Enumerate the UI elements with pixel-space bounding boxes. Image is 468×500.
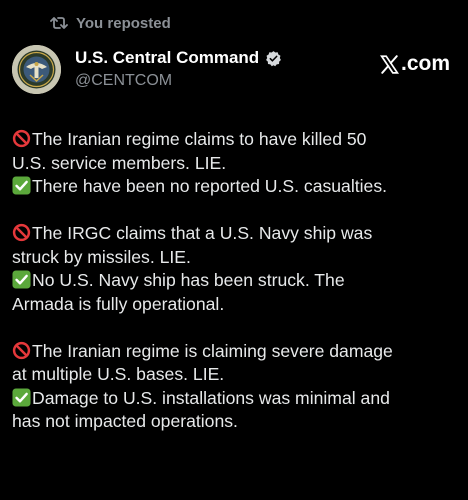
verified-badge-icon — [265, 50, 282, 67]
fact-line: Damage to U.S. installations was minimal… — [12, 387, 462, 411]
post-paragraph: The Iranian regime is claiming severe da… — [12, 340, 462, 434]
post-text: The Iranian regime is claiming severe da… — [32, 340, 393, 361]
post-text: Damage to U.S. installations was minimal… — [32, 387, 390, 408]
brand-domain: .com — [400, 52, 450, 75]
repost-label: You reposted — [76, 14, 171, 32]
author-name[interactable]: U.S. Central Command — [75, 48, 259, 68]
post-text: Armada is fully operational. — [12, 293, 225, 314]
post-body: The Iranian regime claims to have killed… — [12, 128, 462, 457]
claim-line: The Iranian regime is claiming severe da… — [12, 340, 462, 364]
claim-line: The IRGC claims that a U.S. Navy ship wa… — [12, 222, 462, 246]
post-text: The Iranian regime claims to have killed… — [32, 129, 367, 149]
post-text: There have been no reported U.S. casualt… — [32, 176, 388, 196]
post-paragraph: The IRGC claims that a U.S. Navy ship wa… — [12, 222, 462, 316]
post-text: has not impacted operations. — [12, 411, 238, 431]
check-mark-icon — [12, 176, 31, 195]
author-block[interactable]: U.S. Central Command @CENTCOM — [75, 46, 282, 92]
fact-line: No U.S. Navy ship has been struck. The — [12, 269, 462, 293]
author-handle[interactable]: @CENTCOM — [75, 70, 282, 92]
author-name-row: U.S. Central Command — [75, 46, 282, 70]
prohibited-icon — [12, 129, 31, 148]
avatar[interactable] — [12, 45, 61, 94]
post-text: No U.S. Navy ship has been struck. The — [32, 270, 345, 290]
centcom-seal — [12, 45, 61, 94]
post-text: The IRGC claims that a U.S. Navy ship wa… — [32, 223, 373, 243]
repost-indicator: You reposted — [50, 12, 171, 34]
post-paragraph: The Iranian regime claims to have killed… — [12, 128, 462, 199]
prohibited-icon — [12, 223, 31, 242]
x-brand-watermark: .com — [379, 52, 450, 76]
prohibited-icon — [12, 341, 31, 360]
claim-line: The Iranian regime claims to have killed… — [12, 128, 462, 152]
check-mark-icon — [12, 270, 31, 289]
check-mark-icon — [12, 387, 31, 407]
post-text: U.S. service members. LIE. — [12, 152, 227, 173]
repost-icon — [50, 15, 68, 31]
post-text: struck by missiles. LIE. — [12, 246, 191, 267]
fact-line: There have been no reported U.S. casualt… — [12, 175, 462, 199]
post-text: at multiple U.S. bases. LIE. — [12, 364, 225, 384]
x-logo-icon — [379, 54, 400, 75]
